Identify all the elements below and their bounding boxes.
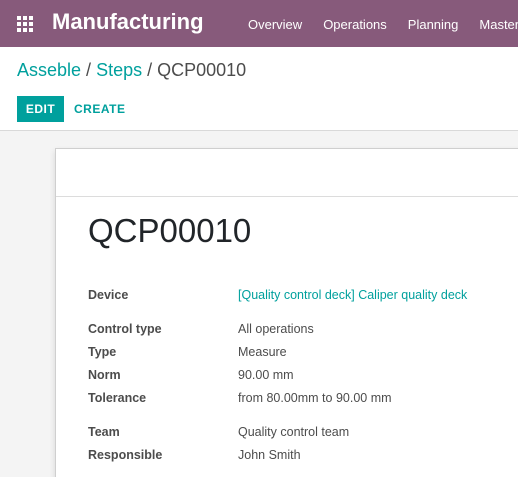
field-label-type: Type <box>88 345 117 359</box>
field-value-type: Measure <box>238 345 287 359</box>
field-value-responsible: John Smith <box>238 448 301 462</box>
create-button[interactable]: CREATE <box>74 96 125 122</box>
breadcrumb: Asseble / Steps / QCP00010 <box>17 60 246 81</box>
breadcrumb-current: QCP00010 <box>157 60 247 80</box>
form-statusbar <box>56 149 518 197</box>
breadcrumb-separator: / <box>147 60 153 80</box>
field-value-team: Quality control team <box>238 425 350 439</box>
field-value-control-type: All operations <box>238 322 314 336</box>
apps-grid-icon[interactable] <box>17 16 33 32</box>
field-value-tolerance: from 80.00mm to 90.00 mm <box>238 391 392 405</box>
app-title[interactable]: Manufacturing <box>52 9 204 35</box>
field-value-device-link[interactable]: [Quality control deck] Caliper quality d… <box>238 288 467 302</box>
field-value-norm: 90.00 mm <box>238 368 294 382</box>
field-label-norm: Norm <box>88 368 121 382</box>
field-label-control-type: Control type <box>88 322 162 336</box>
form-sheet: QCP00010 Device [Quality control deck] C… <box>55 148 518 477</box>
breadcrumb-link-asseble[interactable]: Asseble <box>17 60 81 80</box>
edit-button[interactable]: EDIT <box>17 96 64 122</box>
main-menu: Overview Operations Planning Master <box>248 17 518 32</box>
menu-item-master[interactable]: Master <box>479 17 518 32</box>
top-navbar: Manufacturing Overview Operations Planni… <box>0 0 518 47</box>
field-label-device: Device <box>88 288 129 302</box>
field-label-tolerance: Tolerance <box>88 391 147 405</box>
field-label-team: Team <box>88 425 120 439</box>
breadcrumb-link-steps[interactable]: Steps <box>96 60 142 80</box>
control-panel: Asseble / Steps / QCP00010 EDIT CREATE <box>0 47 518 131</box>
record-title: QCP00010 <box>88 212 252 249</box>
field-label-responsible: Responsible <box>88 448 163 462</box>
breadcrumb-separator: / <box>86 60 92 80</box>
menu-item-operations[interactable]: Operations <box>323 17 387 32</box>
menu-item-overview[interactable]: Overview <box>248 17 302 32</box>
menu-item-planning[interactable]: Planning <box>408 17 459 32</box>
